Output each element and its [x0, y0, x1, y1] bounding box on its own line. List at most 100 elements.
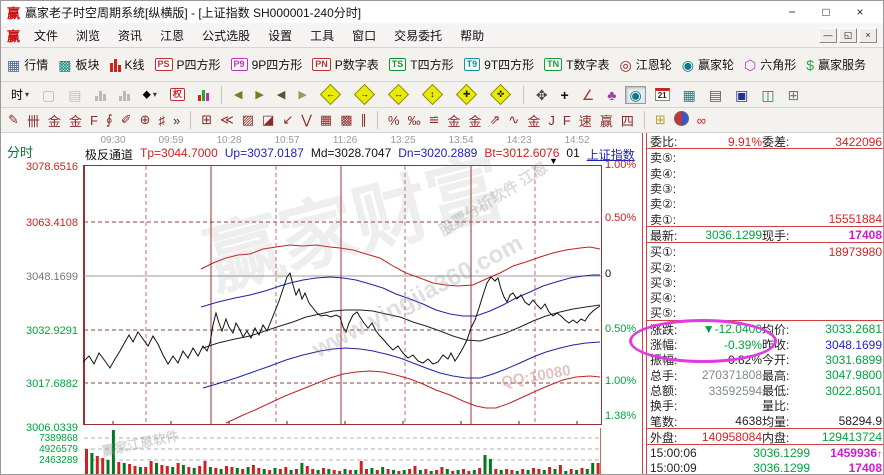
nine-bar-chart-icon[interactable] — [115, 86, 134, 103]
fibonacci-tool-button[interactable]: F — [89, 113, 99, 128]
mdi-minimize-button[interactable]: — — [819, 28, 837, 43]
gann-wheel-button[interactable]: ◎江恩轮 — [620, 56, 672, 73]
parallel-lines-tool-button[interactable]: ∥ — [360, 112, 369, 128]
nine-t-square-button[interactable]: T99T四方形 — [464, 56, 535, 73]
pencil2-tool-button[interactable]: ✐ — [120, 112, 133, 128]
gold-grid-tool-button[interactable]: 金 — [47, 111, 62, 130]
shift-left-button[interactable]: ← — [316, 85, 345, 104]
spiral-tool-button[interactable]: ∮ — [105, 112, 114, 128]
hatch-box-tool-button[interactable]: ▨ — [241, 112, 255, 128]
shift-right-button[interactable]: → — [350, 85, 379, 104]
mdi-close-button[interactable]: × — [859, 28, 877, 43]
speed-fan-tool-button[interactable]: 速 — [578, 111, 593, 130]
percent-tool-button[interactable]: % — [387, 113, 401, 128]
circle-grid-tool-button[interactable]: ⊕ — [139, 112, 152, 128]
tick-grid-tool-button[interactable]: ♯ — [158, 113, 167, 128]
calculator-button[interactable]: ▦ — [679, 86, 700, 104]
menu-item-9[interactable]: 交易委托 — [385, 25, 451, 46]
permille-tool-button[interactable]: ‰ — [407, 113, 422, 128]
pencil-tool-button[interactable]: ✎ — [7, 112, 20, 128]
mountain-chart-icon[interactable]: ▢ — [38, 86, 59, 104]
corner-box-tool-button[interactable]: ◪ — [261, 112, 275, 128]
gold-fan-tool-button[interactable]: 金 — [526, 111, 541, 130]
grid-b-tool-button[interactable]: ▩ — [339, 112, 353, 128]
menu-item-10[interactable]: 帮助 — [451, 25, 493, 46]
p-square-button-icon: PS — [155, 58, 173, 71]
gold-line-tool-button[interactable]: 金 — [468, 111, 483, 130]
angle-tool-button[interactable]: ∠ — [578, 86, 599, 104]
four-fan-tool-button[interactable]: 四 — [620, 111, 635, 130]
smart-analysis-button[interactable]: ◉ — [625, 86, 645, 104]
fan-lines-tool-button[interactable]: ≪ — [219, 112, 235, 128]
more-tools-button[interactable]: » — [172, 113, 181, 128]
trend-arrow-tool-button[interactable]: ↙ — [281, 112, 294, 128]
indicator-chart-button[interactable] — [194, 86, 213, 103]
menu-item-1[interactable]: 文件 — [25, 25, 67, 46]
gann-grid-tool-button[interactable]: 卌 — [26, 111, 41, 130]
menu-item-8[interactable]: 窗口 — [343, 25, 385, 46]
quotes-button[interactable]: ▦行情 — [7, 56, 48, 73]
yinyang-button-button[interactable] — [673, 111, 690, 129]
gann-tree-tool-button[interactable]: ♣ — [603, 86, 620, 104]
three-bar-chart-icon[interactable] — [91, 86, 110, 103]
t-square-button[interactable]: TST四方形 — [389, 56, 454, 73]
winner-wheel-button[interactable]: ◉赢家轮 — [682, 56, 734, 73]
minimize-button[interactable]: − — [775, 4, 809, 20]
volume-chart[interactable] — [83, 428, 602, 475]
grid-a-tool-button[interactable]: ▦ — [319, 112, 333, 128]
winner-service-button[interactable]: $赢家服务 — [806, 56, 866, 73]
first-bar-button[interactable]: ◀ — [230, 86, 246, 103]
gold-circle-tool-button[interactable]: 金 — [446, 111, 461, 130]
full-cross-button[interactable]: ✜ — [486, 85, 515, 104]
last-bar-button[interactable]: ▶ — [251, 86, 267, 103]
color-grid-button-button[interactable]: ⊞ — [654, 112, 667, 128]
kline-button[interactable]: K线 — [110, 56, 145, 73]
arrow-ne-tool-button[interactable]: ⇗ — [489, 112, 502, 128]
menu-item-5[interactable]: 公式选股 — [193, 25, 259, 46]
menu-item-6[interactable]: 设置 — [259, 25, 301, 46]
wave-tool-button[interactable]: ∿ — [507, 112, 520, 128]
menu-item-3[interactable]: 资讯 — [109, 25, 151, 46]
maximize-button[interactable]: □ — [809, 4, 843, 20]
navigation-toolbar: 时▾ ▢ ▤ ⬥▾ 权 ◀ ▶ ◀ ▶ ← → ↔ ↕ ✚ ✜ ✥ + ∠♣ ◉ 21 ▦ ▤ ▣ ◫ ⊞ — [1, 82, 883, 108]
compress-vertical-button[interactable]: ↕ — [418, 85, 447, 104]
exrights-button[interactable]: 权 — [166, 86, 189, 103]
remote-service-button[interactable]: ⊞ — [784, 86, 804, 104]
time-tick-label: 11:26 — [333, 135, 357, 146]
menu-item-4[interactable]: 江恩 — [151, 25, 193, 46]
t-number-table-button[interactable]: TNT数字表 — [544, 56, 609, 73]
hexagon-button[interactable]: ⬡六角形 — [744, 56, 796, 73]
f-fan-tool-button[interactable]: F — [562, 113, 572, 128]
save-button[interactable]: ▣ — [731, 86, 752, 104]
compress-horizontal-button[interactable]: ↔ — [384, 85, 413, 104]
infinity-button-button[interactable]: ∞ — [696, 113, 707, 128]
info-note-icon[interactable]: ▤ — [64, 86, 85, 104]
next-bar-button[interactable]: ▶ — [294, 86, 310, 103]
mdi-restore-button[interactable]: ◱ — [839, 28, 857, 43]
menu-item-2[interactable]: 浏览 — [67, 25, 109, 46]
hexagon-button-icon: ⬡ — [744, 58, 756, 72]
calendar-button[interactable]: 21 — [651, 86, 674, 103]
menu-item-7[interactable]: 工具 — [301, 25, 343, 46]
equal-wave-tool-button[interactable]: ≌ — [428, 112, 441, 128]
close-button[interactable]: × — [843, 4, 877, 20]
nine-p-square-button[interactable]: P99P四方形 — [231, 56, 303, 73]
crosshair-tool-button[interactable]: + — [557, 86, 573, 104]
expand-cross-button[interactable]: ✚ — [452, 85, 481, 104]
notepad-button[interactable]: ▤ — [705, 86, 726, 104]
prev-bar-button[interactable]: ◀ — [273, 86, 289, 103]
p-number-table-button[interactable]: PNP数字表 — [312, 56, 379, 73]
share-button[interactable]: ◫ — [757, 86, 778, 104]
p-square-button[interactable]: PSP四方形 — [155, 56, 221, 73]
hand-tool-button[interactable]: ✥ — [532, 86, 552, 104]
zigzag-tool-button[interactable]: ⋁ — [300, 112, 313, 128]
candle-type-dropdown-button[interactable]: ⬥▾ — [139, 85, 161, 104]
price-chart[interactable] — [83, 165, 602, 425]
box-tool-button[interactable]: ⊞ — [200, 112, 213, 128]
sectors-button[interactable]: ▩板块 — [58, 56, 99, 73]
period-dropdown-button[interactable]: 时▾ — [7, 84, 33, 105]
gold-grid2-tool-button[interactable]: 金 — [68, 111, 83, 130]
winner-fan-tool-button[interactable]: 赢 — [599, 111, 614, 130]
j-fan-tool-button[interactable]: J — [547, 113, 556, 128]
percent-tick-label: 1.38% — [605, 410, 636, 422]
